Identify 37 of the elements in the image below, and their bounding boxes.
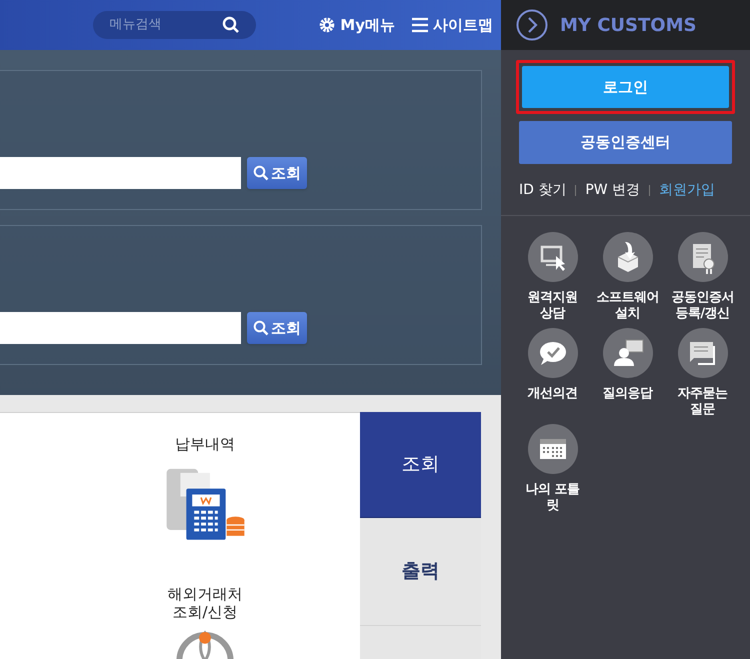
shortcut-label[interactable]: 공동인증서 등록/갱신 <box>671 290 734 322</box>
tab[interactable]: 조회 <box>360 412 481 518</box>
search-icon <box>253 165 269 181</box>
shortcut-icon[interactable] <box>528 328 578 378</box>
search-icon <box>253 320 269 336</box>
account-link[interactable]: PW 변경 <box>585 180 640 201</box>
shortcut-label[interactable]: 자주묻는 질문 <box>678 386 728 418</box>
shortcut-label[interactable]: 소프트웨어 설치 <box>596 290 659 322</box>
shortcut-icon[interactable] <box>602 232 652 282</box>
sitemap-link[interactable]: 사이트맵 <box>411 14 493 36</box>
shortcut-icon[interactable] <box>678 232 728 282</box>
menu-search-field[interactable]: 메뉴검색 <box>93 11 256 39</box>
my-menu-link[interactable]: My메뉴 <box>318 14 395 36</box>
account-link[interactable]: 회원가입 <box>659 180 716 201</box>
shortcut-label[interactable]: 개선의견 <box>528 386 578 402</box>
certificate-center-button[interactable]: 공동인증센터 <box>519 121 732 164</box>
shortcut-icon[interactable] <box>678 328 728 378</box>
menu-icon <box>411 17 429 33</box>
search-input-field[interactable] <box>0 312 241 344</box>
service-label[interactable]: 납부내역 <box>175 435 235 453</box>
shortcut-icon[interactable] <box>528 232 578 282</box>
service-label[interactable]: 해외거래처 조회/신청 <box>168 585 242 622</box>
shortcut-label[interactable]: 질의응답 <box>602 386 652 402</box>
globe-icon <box>175 629 235 659</box>
shortcut-label[interactable]: 원격지원 상담 <box>528 290 578 322</box>
shortcut-icon[interactable] <box>528 424 578 474</box>
gear-icon <box>318 16 336 34</box>
menu-search-input: 메뉴검색 <box>109 15 210 35</box>
search-button[interactable]: 조회 <box>247 312 307 344</box>
search-input-field[interactable] <box>0 157 241 189</box>
search-icon <box>222 16 240 34</box>
chevron-circle-icon[interactable] <box>516 9 548 41</box>
shortcut-icon[interactable] <box>602 328 652 378</box>
account-link[interactable]: ID 찾기 <box>519 180 566 201</box>
search-button[interactable]: 조회 <box>247 157 307 189</box>
sidebar-title: MY CUSTOMS <box>560 14 696 38</box>
shortcut-label[interactable]: 나의 포틀 릿 <box>525 482 580 514</box>
